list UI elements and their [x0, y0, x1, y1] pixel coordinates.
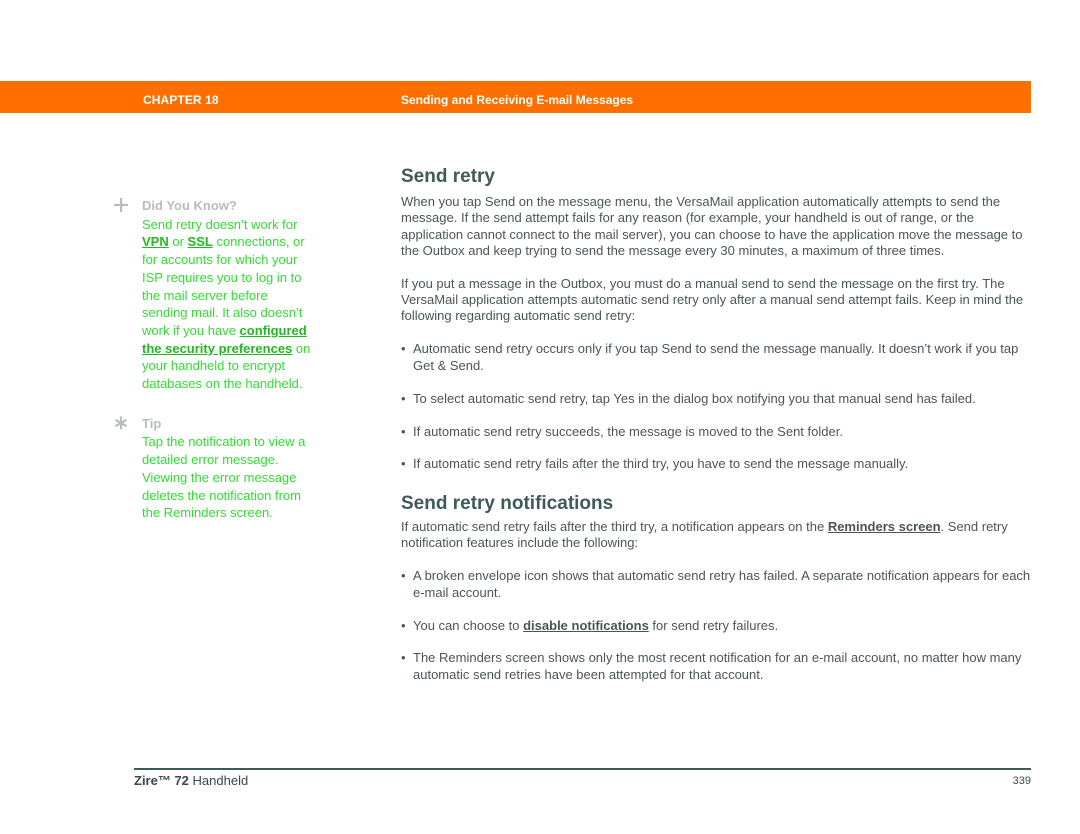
- paragraph: If automatic send retry fails after the …: [401, 519, 1031, 552]
- list-item-text: If automatic send retry fails after the …: [413, 456, 909, 472]
- list-item-text: The Reminders screen shows only the most…: [413, 650, 1022, 682]
- paragraph: If you put a message in the Outbox, you …: [401, 275, 1024, 324]
- text-segment: for send retry failures.: [648, 617, 779, 633]
- did-you-know-text: Send retry doesn’t work for VPN or SSL c…: [142, 216, 313, 393]
- plus-icon: [113, 197, 129, 213]
- vpn-link[interactable]: VPN: [142, 234, 169, 249]
- main-content: Send retry When you tap Send on the mess…: [401, 164, 1031, 683]
- list-item-text: A broken envelope icon shows that automa…: [413, 568, 1031, 600]
- text-segment: If automatic send retry fails after the …: [401, 518, 828, 534]
- did-you-know-box: Did You Know? Send retry doesn’t work fo…: [113, 197, 313, 393]
- text-segment: Send retry doesn’t work for: [142, 216, 298, 232]
- bullet-icon: •: [401, 423, 406, 439]
- section-heading-notifications: Send retry notifications: [401, 492, 614, 514]
- tip-heading: Tip: [142, 415, 162, 431]
- list-item: • A broken envelope icon shows that autom…: [401, 568, 1031, 601]
- product-model: Zire™ 72: [134, 773, 189, 788]
- bullet-icon: •: [401, 390, 406, 406]
- chapter-label: CHAPTER 18: [143, 93, 219, 107]
- list-item: • To select automatic send retry, tap Yes…: [401, 391, 1031, 407]
- ssl-link[interactable]: SSL: [188, 234, 213, 249]
- bullet-icon: •: [401, 341, 406, 357]
- list-item: • The Reminders screen shows only the mos…: [401, 650, 1031, 683]
- sidebar: Did You Know? Send retry doesn’t work fo…: [113, 197, 313, 522]
- list-item: • If automatic send retry fails after the…: [401, 456, 1031, 472]
- list-item-text: To select automatic send retry, tap Yes …: [413, 390, 976, 406]
- did-you-know-heading: Did You Know?: [142, 198, 237, 213]
- list-item-text: Automatic send retry occurs only if you …: [413, 341, 1019, 373]
- bullet-icon: •: [401, 568, 406, 584]
- send-retry-bullet-list: • Automatic send retry occurs only if you…: [401, 341, 1031, 473]
- list-item: • If automatic send retry succeeds, the m…: [401, 424, 1031, 440]
- product-type: Handheld: [188, 773, 249, 788]
- text-segment: You can choose to: [413, 617, 524, 633]
- list-item-text: If automatic send retry succeeds, the me…: [413, 423, 843, 439]
- footer-divider: [134, 768, 1031, 770]
- footer-product-name: Zire™ 72 Handheld: [134, 773, 248, 788]
- asterisk-icon: [113, 415, 129, 431]
- notifications-bullet-list: • A broken envelope icon shows that autom…: [401, 568, 1031, 683]
- bullet-icon: •: [401, 456, 406, 472]
- disable-notifications-link[interactable]: disable notifications: [523, 618, 649, 633]
- tip-text: Tap the notification to view a detailed …: [142, 434, 306, 521]
- list-item: • You can choose to disable notifications…: [401, 618, 1031, 634]
- chapter-title: Sending and Receiving E-mail Messages: [401, 93, 634, 107]
- tip-box: Tip Tap the notification to view a detai…: [113, 415, 313, 522]
- page-number: 339: [1012, 775, 1031, 787]
- paragraph: When you tap Send on the message menu, t…: [401, 194, 1023, 259]
- bullet-icon: •: [401, 617, 406, 633]
- section-heading-send-retry: Send retry: [401, 166, 495, 187]
- reminders-screen-link[interactable]: Reminders screen: [828, 519, 941, 534]
- list-item: • Automatic send retry occurs only if you…: [401, 341, 1031, 374]
- text-segment: or: [168, 234, 188, 250]
- bullet-icon: •: [401, 650, 406, 666]
